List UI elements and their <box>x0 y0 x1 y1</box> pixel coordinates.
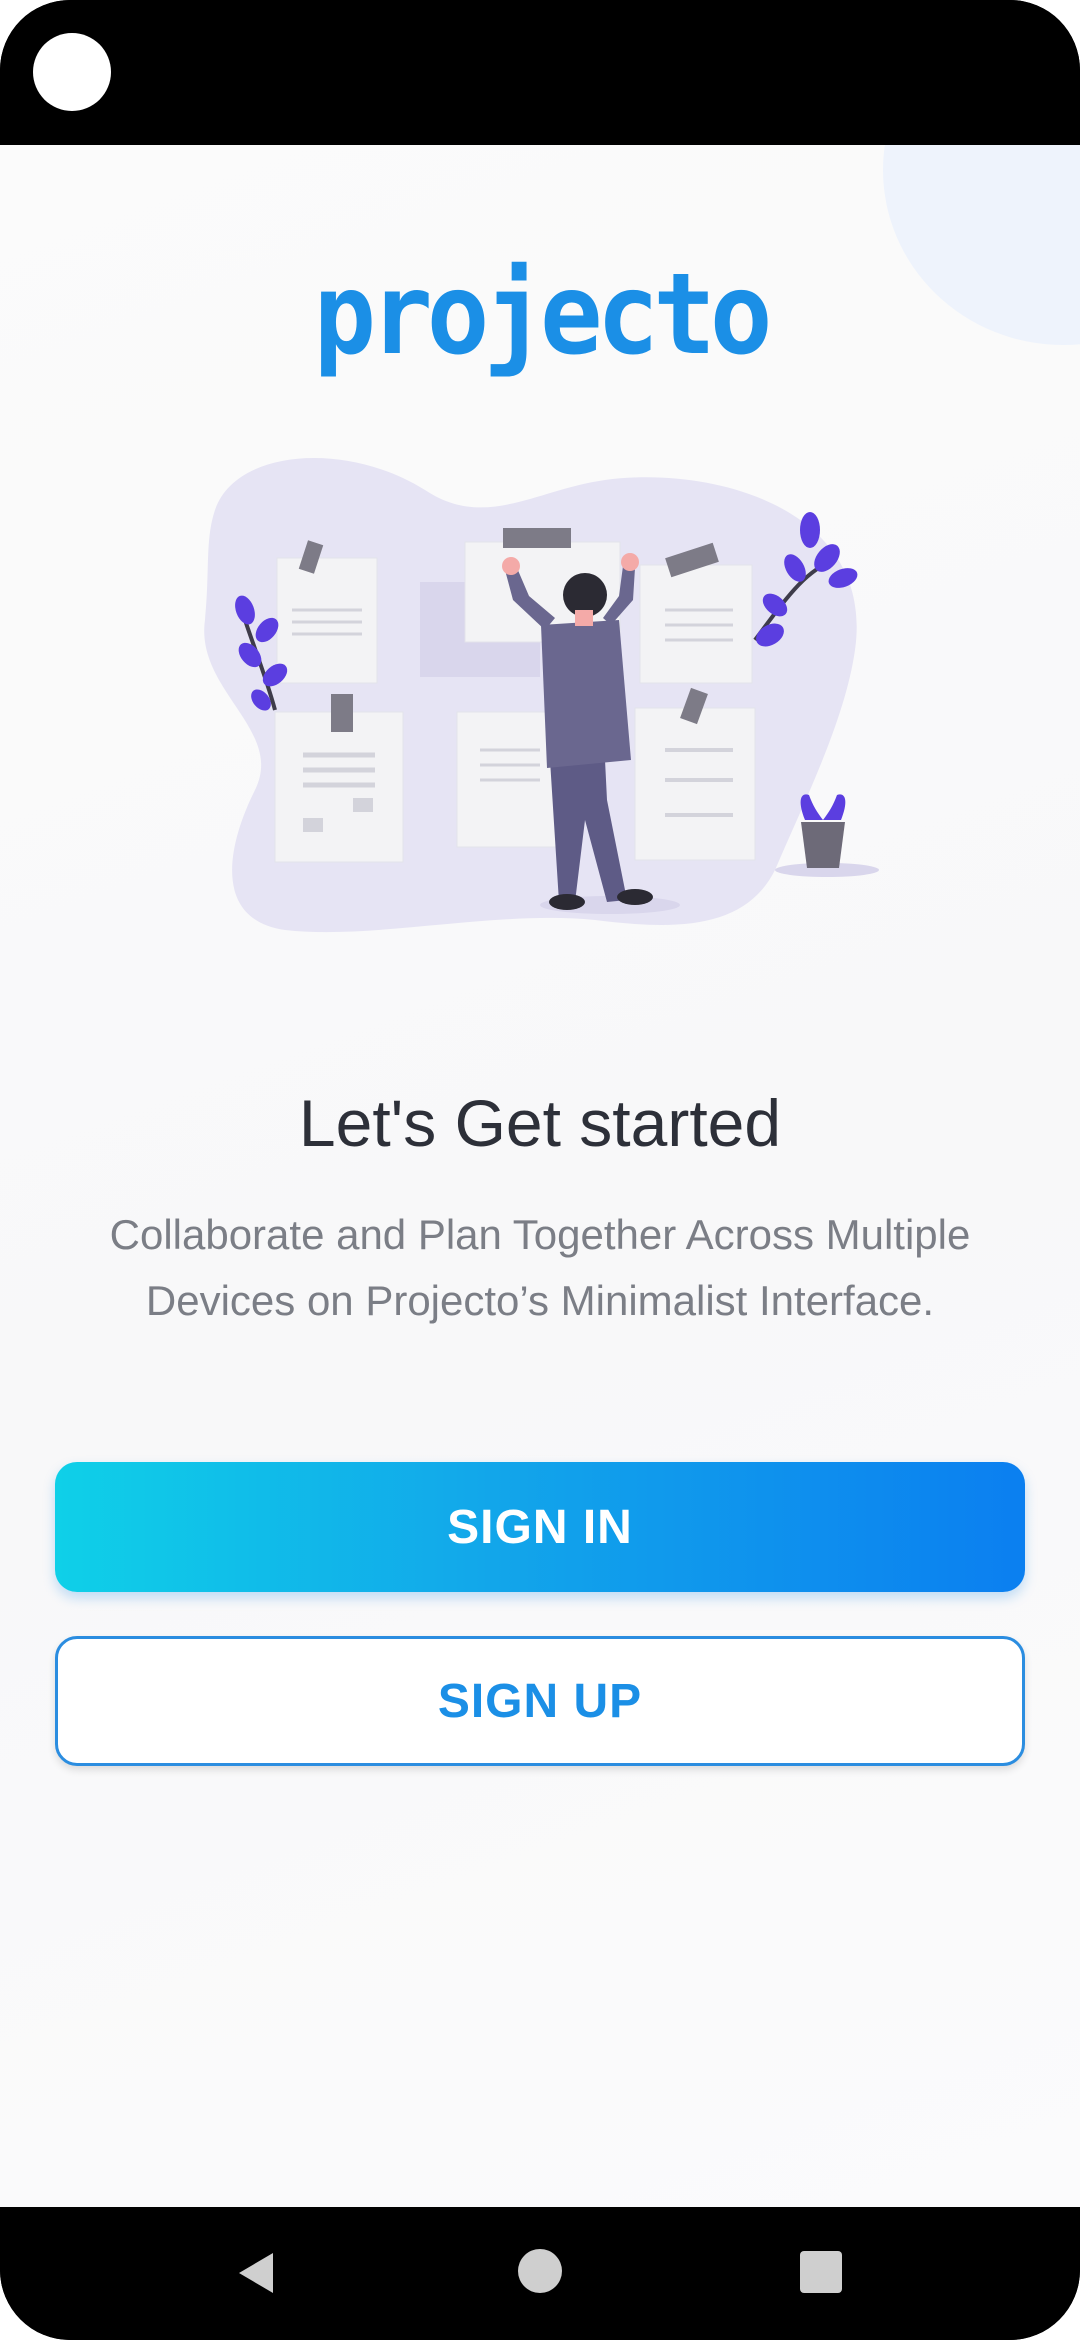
status-bar <box>0 0 1080 145</box>
welcome-screen: projecto Let's Get started Collaborate a… <box>0 145 1080 2207</box>
back-icon[interactable] <box>233 2249 281 2297</box>
page-title: Let's Get started <box>298 1086 782 1160</box>
phone-frame: projecto Let's Get started Collaborate a… <box>0 0 1080 2340</box>
subtitle-line: Devices on Projecto’s Minimalist Interfa… <box>145 1277 935 1324</box>
sign-up-label: SIGN UP <box>437 1674 643 1728</box>
front-camera-icon <box>33 33 111 111</box>
app-logo: projecto <box>313 248 773 380</box>
subtitle-line: Collaborate and Plan Together Across Mul… <box>109 1211 971 1258</box>
man-pinning-notes-illustration <box>204 457 879 933</box>
sign-up-button[interactable]: SIGN UP <box>55 1636 1025 1766</box>
page-subtitle: Collaborate and Plan Together Across Mul… <box>60 1202 1020 1334</box>
recents-icon[interactable] <box>800 2251 842 2293</box>
sign-in-label: SIGN IN <box>447 1500 633 1554</box>
home-icon[interactable] <box>518 2249 562 2293</box>
sign-in-button[interactable]: SIGN IN <box>55 1462 1025 1592</box>
system-navigation-bar <box>0 2207 1080 2340</box>
